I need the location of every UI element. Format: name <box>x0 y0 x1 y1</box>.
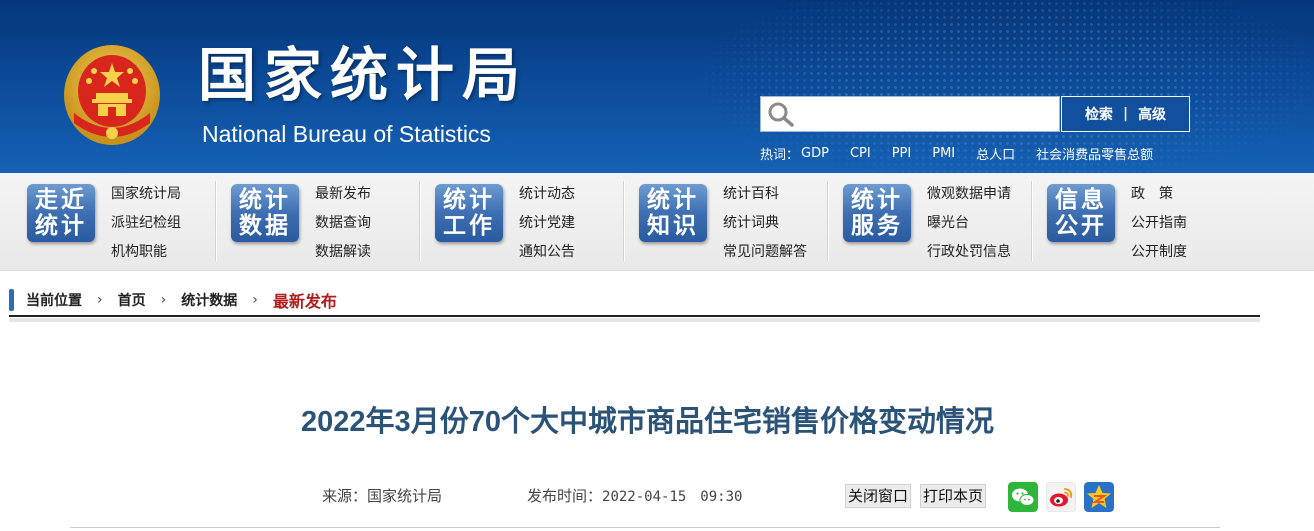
nav-link[interactable]: 常见问题解答 <box>723 238 807 267</box>
chevron-right-icon: › <box>97 292 103 308</box>
nav-badge-work[interactable]: 统计 工作 <box>435 184 503 242</box>
nav-group-work: 统计 工作 统计动态 统计党建 通知公告 <box>422 173 622 271</box>
breadcrumb-stats-data[interactable]: 统计数据 <box>181 290 237 310</box>
nav-badge-data[interactable]: 统计 数据 <box>231 184 299 242</box>
nav-link[interactable]: 机构职能 <box>111 238 181 267</box>
nav-badge-about[interactable]: 走近 统计 <box>27 184 95 242</box>
advanced-search-button[interactable]: 高级 <box>1128 104 1176 124</box>
hot-word-ppi[interactable]: PPI <box>892 146 912 161</box>
article-time: 发布时间：2022-04-15 09:30 <box>527 485 742 508</box>
nav-link[interactable]: 公开制度 <box>1131 238 1187 267</box>
site-title-cn: 国家统计局 <box>198 41 529 109</box>
weibo-icon[interactable] <box>1046 482 1076 512</box>
nav-links-work: 统计动态 统计党建 通知公告 <box>519 180 575 267</box>
nav-divider <box>624 181 625 261</box>
breadcrumb-current[interactable]: 最新发布 <box>273 288 337 312</box>
article-source: 来源：国家统计局 <box>322 485 442 507</box>
chevron-right-icon: › <box>160 292 167 308</box>
nav-link[interactable]: 行政处罚信息 <box>927 238 1011 267</box>
nav-link[interactable]: 统计百科 <box>723 180 807 209</box>
nav-group-disclosure: 信息 公开 政 策 公开指南 公开制度 <box>1034 173 1234 271</box>
meta-divider <box>70 527 1220 528</box>
nav-link[interactable]: 曝光台 <box>927 209 1011 238</box>
nav-links-disclosure: 政 策 公开指南 公开制度 <box>1131 180 1187 267</box>
nav-link[interactable]: 统计党建 <box>519 209 575 238</box>
search-input[interactable] <box>760 96 1060 132</box>
chevron-right-icon: › <box>252 292 258 308</box>
nav-group-knowledge: 统计 知识 统计百科 统计词典 常见问题解答 <box>626 173 826 271</box>
time-label: 发布时间： <box>527 487 603 505</box>
hot-words: 热词： GDP CPI PPI PMI 总人口 社会消费品零售总额 <box>760 144 1153 163</box>
nav-link[interactable]: 最新发布 <box>315 180 371 209</box>
nav-link[interactable]: 政 策 <box>1131 180 1187 209</box>
nav-group-service: 统计 服务 微观数据申请 曝光台 行政处罚信息 <box>830 173 1030 271</box>
close-window-button[interactable]: 关闭窗口 <box>845 484 912 508</box>
nav-divider <box>216 181 217 261</box>
main-nav: 走近 统计 国家统计局 派驻纪检组 机构职能 统计 数据 最新发布 数据查询 数据解… <box>0 173 1314 271</box>
hot-word-pmi[interactable]: PMI <box>932 146 955 161</box>
breadcrumb-divider-shadow <box>9 318 1260 322</box>
national-emblem-icon <box>64 45 160 145</box>
hot-word-gdp[interactable]: GDP <box>801 146 829 161</box>
search-icon <box>768 102 794 127</box>
source-value: 国家统计局 <box>367 487 443 505</box>
nav-badge-disclosure[interactable]: 信息 公开 <box>1047 184 1115 242</box>
nav-link[interactable]: 派驻纪检组 <box>111 209 181 238</box>
nav-divider <box>828 181 829 261</box>
nav-links-knowledge: 统计百科 统计词典 常见问题解答 <box>723 180 807 267</box>
nav-link[interactable]: 微观数据申请 <box>927 180 1011 209</box>
nav-divider <box>1032 181 1033 261</box>
hot-words-label: 热词： <box>760 147 800 163</box>
nav-link[interactable]: 统计动态 <box>519 180 575 209</box>
nav-link[interactable]: 公开指南 <box>1131 209 1187 238</box>
nav-link[interactable]: 统计词典 <box>723 209 807 238</box>
nav-badge-service[interactable]: 统计 服务 <box>843 184 911 242</box>
article-title: 2022年3月份70个大中城市商品住宅销售价格变动情况 <box>301 406 994 438</box>
nav-link[interactable]: 数据查询 <box>315 209 371 238</box>
nav-link[interactable]: 数据解读 <box>315 238 371 267</box>
time-value: 2022-04-15 09:30 <box>602 489 743 505</box>
breadcrumb-divider <box>9 315 1260 317</box>
nav-link[interactable]: 通知公告 <box>519 238 575 267</box>
hot-word-retail-sales[interactable]: 社会消费品零售总额 <box>1036 144 1153 163</box>
site-title-en: National Bureau of Statistics <box>202 121 491 147</box>
qzone-icon[interactable] <box>1084 482 1114 512</box>
nav-divider <box>420 181 421 261</box>
breadcrumb: 当前位置 › 首页 › 统计数据 › 最新发布 <box>9 288 337 312</box>
nav-badge-knowledge[interactable]: 统计 知识 <box>639 184 707 242</box>
search-separator: | <box>1122 106 1129 122</box>
nav-group-about: 走近 统计 国家统计局 派驻纪检组 机构职能 <box>0 173 215 271</box>
breadcrumb-label: 当前位置 <box>26 293 82 309</box>
nav-links-data: 最新发布 数据查询 数据解读 <box>315 180 371 267</box>
nav-group-data: 统计 数据 最新发布 数据查询 数据解读 <box>218 173 418 271</box>
nav-links-service: 微观数据申请 曝光台 行政处罚信息 <box>927 180 1011 267</box>
search-button-group: 检索 | 高级 <box>1061 96 1190 132</box>
wechat-icon[interactable] <box>1008 482 1038 512</box>
source-label: 来源： <box>322 487 368 505</box>
hot-word-population[interactable]: 总人口 <box>976 144 1015 163</box>
breadcrumb-marker <box>9 289 14 311</box>
print-page-button[interactable]: 打印本页 <box>920 484 987 508</box>
breadcrumb-home[interactable]: 首页 <box>118 290 146 310</box>
nav-links-about: 国家统计局 派驻纪检组 机构职能 <box>111 180 181 267</box>
search-button[interactable]: 检索 <box>1075 104 1123 124</box>
nav-link[interactable]: 国家统计局 <box>111 180 181 209</box>
site-header: 国家统计局 National Bureau of Statistics 检索 |… <box>0 0 1314 173</box>
hot-word-cpi[interactable]: CPI <box>850 146 871 161</box>
